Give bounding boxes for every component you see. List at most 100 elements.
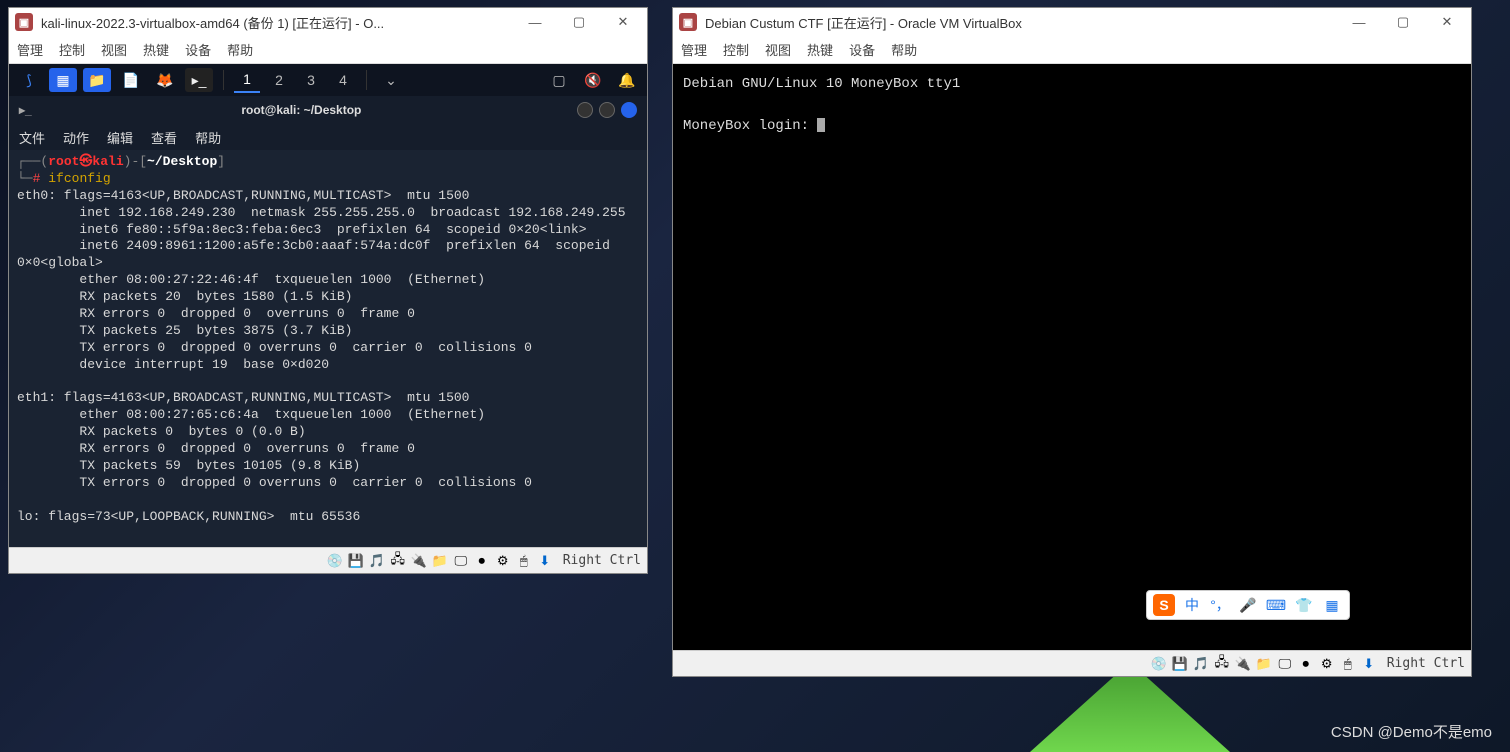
term-menu-edit[interactable]: 编辑: [107, 128, 133, 147]
ime-keyboard-icon[interactable]: ⌨: [1265, 594, 1287, 616]
vm-window-kali: ▣ kali-linux-2022.3-virtualbox-amd64 (备份…: [8, 7, 648, 574]
menu-view[interactable]: 视图: [765, 40, 791, 59]
login-prompt: MoneyBox login:: [683, 118, 817, 134]
ime-language[interactable]: 中: [1181, 594, 1203, 616]
maximize-button[interactable]: ▢: [561, 10, 597, 34]
shared-folder-icon[interactable]: 📁: [431, 552, 449, 570]
terminal-shortcut-icon[interactable]: ▸_: [185, 68, 213, 92]
text-cursor: [817, 118, 825, 132]
guest-screen-kali[interactable]: ⟆ ▦ 📁 📄 🦊 ▸_ 1 2 3 4 ⌄ ▢ 🔇 🔔 ▸_ root@kal…: [9, 64, 647, 547]
menu-hotkeys[interactable]: 热键: [143, 40, 169, 59]
titlebar-left[interactable]: ▣ kali-linux-2022.3-virtualbox-amd64 (备份…: [9, 8, 647, 36]
terminal-maximize-icon[interactable]: [599, 102, 615, 118]
ime-toolbox-icon[interactable]: ▦: [1321, 594, 1343, 616]
taskbar-app-icon[interactable]: ▦: [49, 68, 77, 92]
command-text: ifconfig: [48, 171, 110, 186]
network-icon[interactable]: 🖧: [389, 552, 407, 570]
ime-toolbar[interactable]: S 中 °， 🎤 ⌨ 👕 ▦: [1146, 590, 1350, 620]
kali-dragon-icon[interactable]: ⟆: [15, 68, 43, 92]
firefox-icon[interactable]: 🦊: [151, 68, 179, 92]
text-editor-icon[interactable]: 📄: [117, 68, 145, 92]
optical-icon[interactable]: 💾: [1171, 655, 1189, 673]
volume-mute-icon[interactable]: 🔇: [579, 68, 607, 92]
vm-statusbar-right: 💿 💾 🎵 🖧 🔌 📁 🖵 ⏺ ⚙ 🖱 ⬇ Right Ctrl: [673, 650, 1471, 676]
mouse-icon[interactable]: 🖱: [1339, 655, 1357, 673]
optical-icon[interactable]: 💾: [347, 552, 365, 570]
menu-devices[interactable]: 设备: [849, 40, 875, 59]
vm-statusbar-left: 💿 💾 🎵 🖧 🔌 📁 🖵 ⏺ ⚙ 🖱 ⬇ Right Ctrl: [9, 547, 647, 573]
display-mode-icon[interactable]: 🖵: [452, 552, 470, 570]
term-menu-help[interactable]: 帮助: [195, 128, 221, 147]
minimize-button[interactable]: —: [517, 10, 553, 34]
separator: [223, 70, 224, 90]
usb-icon[interactable]: 🔌: [410, 552, 428, 570]
maximize-button[interactable]: ▢: [1385, 10, 1421, 34]
close-button[interactable]: ✕: [1429, 10, 1465, 34]
mouse-icon[interactable]: 🖱: [515, 552, 533, 570]
ime-voice-icon[interactable]: 🎤: [1237, 594, 1259, 616]
menu-devices[interactable]: 设备: [185, 40, 211, 59]
terminal-app-icon: ▸_: [19, 103, 32, 117]
prompt-path: ~/Desktop: [147, 154, 217, 169]
display-mode-icon[interactable]: 🖵: [1276, 655, 1294, 673]
audio-icon[interactable]: 🎵: [368, 552, 386, 570]
usb-icon[interactable]: 🔌: [1234, 655, 1252, 673]
kali-taskbar: ⟆ ▦ 📁 📄 🦊 ▸_ 1 2 3 4 ⌄ ▢ 🔇 🔔: [9, 64, 647, 96]
workspace-2[interactable]: 2: [266, 67, 292, 93]
menu-manage[interactable]: 管理: [17, 40, 43, 59]
terminal-title: root@kali: ~/Desktop: [32, 103, 571, 117]
display-icon[interactable]: ▢: [545, 68, 573, 92]
window-title: Debian Custum CTF [正在运行] - Oracle VM Vir…: [705, 13, 1333, 32]
ime-punctuation-icon[interactable]: °，: [1209, 594, 1231, 616]
menu-control[interactable]: 控制: [723, 40, 749, 59]
terminal-menubar: 文件 动作 编辑 查看 帮助: [9, 124, 647, 150]
notifications-icon[interactable]: 🔔: [613, 68, 641, 92]
cpu-icon[interactable]: ⚙: [494, 552, 512, 570]
terminal-minimize-icon[interactable]: [577, 102, 593, 118]
virtualbox-icon: ▣: [15, 13, 33, 31]
terminal-window: ▸_ root@kali: ~/Desktop 文件 动作 编辑 查看 帮助 ┌…: [9, 96, 647, 547]
guest-screen-debian[interactable]: Debian GNU/Linux 10 MoneyBox tty1 MoneyB…: [673, 64, 1471, 650]
titlebar-right[interactable]: ▣ Debian Custum CTF [正在运行] - Oracle VM V…: [673, 8, 1471, 36]
term-menu-action[interactable]: 动作: [63, 128, 89, 147]
close-button[interactable]: ✕: [605, 10, 641, 34]
terminal-titlebar[interactable]: ▸_ root@kali: ~/Desktop: [9, 96, 647, 124]
shared-folder-icon[interactable]: 📁: [1255, 655, 1273, 673]
workspace-1[interactable]: 1: [234, 67, 260, 93]
menu-view[interactable]: 视图: [101, 40, 127, 59]
hostkey-arrow-icon[interactable]: ⬇: [536, 552, 554, 570]
terminal-close-icon[interactable]: [621, 102, 637, 118]
recording-icon[interactable]: ⏺: [1297, 655, 1315, 673]
minimize-button[interactable]: —: [1341, 10, 1377, 34]
network-icon[interactable]: 🖧: [1213, 655, 1231, 673]
term-menu-view[interactable]: 查看: [151, 128, 177, 147]
watermark: CSDN @Demo不是emo: [1331, 721, 1492, 742]
vm-menubar: 管理 控制 视图 热键 设备 帮助: [673, 36, 1471, 64]
files-icon[interactable]: 📁: [83, 68, 111, 92]
menu-control[interactable]: 控制: [59, 40, 85, 59]
chevron-down-icon[interactable]: ⌄: [377, 68, 405, 92]
workspace-3[interactable]: 3: [298, 67, 324, 93]
terminal-output[interactable]: ┌──(root㉿kali)-[~/Desktop] └─# ifconfig …: [9, 150, 647, 547]
recording-icon[interactable]: ⏺: [473, 552, 491, 570]
ime-skin-icon[interactable]: 👕: [1293, 594, 1315, 616]
hostkey-label: Right Ctrl: [563, 553, 641, 568]
audio-icon[interactable]: 🎵: [1192, 655, 1210, 673]
prompt-user: root㉿kali: [48, 154, 123, 169]
hostkey-arrow-icon[interactable]: ⬇: [1360, 655, 1378, 673]
hdd-icon[interactable]: 💿: [326, 552, 344, 570]
workspace-4[interactable]: 4: [330, 67, 356, 93]
cpu-icon[interactable]: ⚙: [1318, 655, 1336, 673]
term-menu-file[interactable]: 文件: [19, 128, 45, 147]
hdd-icon[interactable]: 💿: [1150, 655, 1168, 673]
sogou-logo-icon[interactable]: S: [1153, 594, 1175, 616]
menu-help[interactable]: 帮助: [891, 40, 917, 59]
window-title: kali-linux-2022.3-virtualbox-amd64 (备份 1…: [41, 13, 509, 32]
menu-help[interactable]: 帮助: [227, 40, 253, 59]
ifconfig-output: eth0: flags=4163<UP,BROADCAST,RUNNING,MU…: [17, 188, 626, 524]
menu-hotkeys[interactable]: 热键: [807, 40, 833, 59]
console-banner: Debian GNU/Linux 10 MoneyBox tty1: [683, 76, 960, 92]
virtualbox-icon: ▣: [679, 13, 697, 31]
vm-menubar: 管理 控制 视图 热键 设备 帮助: [9, 36, 647, 64]
menu-manage[interactable]: 管理: [681, 40, 707, 59]
